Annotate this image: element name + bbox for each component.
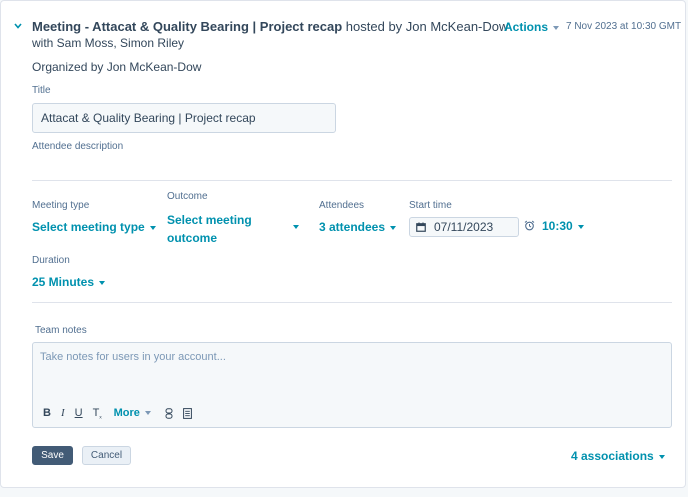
rich-text-toolbar: B I U Tₓ More bbox=[43, 405, 202, 421]
chevron-down-icon[interactable] bbox=[13, 21, 23, 31]
meeting-card: Meeting - Attacat & Quality Bearing | Pr… bbox=[0, 0, 686, 488]
duration-value: 25 Minutes bbox=[32, 275, 95, 289]
title-input[interactable] bbox=[32, 103, 336, 133]
meeting-type-label: Meeting type bbox=[32, 200, 90, 211]
actions-label: Actions bbox=[504, 20, 549, 34]
snippet-button[interactable] bbox=[182, 405, 192, 421]
start-date-value: 07/11/2023 bbox=[434, 220, 494, 234]
divider bbox=[32, 180, 672, 181]
link-icon bbox=[165, 407, 173, 419]
link-button[interactable] bbox=[165, 405, 173, 421]
team-notes-label: Team notes bbox=[35, 325, 87, 336]
more-label: More bbox=[113, 407, 140, 419]
attendees-label: Attendees bbox=[319, 200, 365, 211]
more-dropdown[interactable]: More bbox=[114, 405, 151, 421]
associations-label: 4 associations bbox=[571, 449, 654, 463]
document-icon bbox=[182, 407, 192, 419]
alarm-clock-icon bbox=[524, 220, 535, 231]
caret-down-icon bbox=[149, 225, 156, 230]
duration-label: Duration bbox=[32, 255, 70, 266]
meeting-timestamp: 7 Nov 2023 at 10:30 GMT bbox=[566, 21, 682, 32]
actions-dropdown[interactable]: Actions bbox=[504, 20, 560, 34]
caret-down-icon bbox=[144, 411, 151, 415]
italic-button[interactable]: I bbox=[61, 405, 65, 421]
meeting-header-title: Meeting - Attacat & Quality Bearing | Pr… bbox=[32, 19, 508, 34]
caret-down-icon bbox=[577, 224, 584, 229]
team-notes-placeholder: Take notes for users in your account... bbox=[40, 351, 226, 363]
meeting-type-dropdown[interactable]: Select meeting type bbox=[32, 220, 156, 234]
start-time-dropdown[interactable]: 10:30 bbox=[542, 219, 584, 233]
meeting-type-value: Select meeting type bbox=[32, 220, 145, 234]
outcome-value-line1: Select meeting bbox=[167, 213, 252, 227]
bold-button[interactable]: B bbox=[43, 405, 51, 421]
outcome-value-line2: outcome bbox=[167, 231, 218, 245]
start-date-input[interactable]: 07/11/2023 bbox=[409, 217, 519, 237]
underline-button[interactable]: U bbox=[75, 405, 83, 421]
organized-by-text: Organized by Jon McKean-Dow bbox=[32, 60, 202, 74]
attendee-description-label: Attendee description bbox=[32, 141, 124, 152]
hosted-by-text: hosted by Jon McKean-Dow bbox=[345, 19, 509, 34]
cancel-button[interactable]: Cancel bbox=[82, 446, 131, 465]
outcome-caret-icon[interactable] bbox=[293, 225, 299, 229]
attendees-dropdown[interactable]: 3 attendees bbox=[319, 220, 397, 234]
title-label: Title bbox=[32, 85, 51, 96]
associations-dropdown[interactable]: 4 associations bbox=[571, 449, 665, 463]
caret-down-icon bbox=[658, 454, 665, 459]
caret-down-icon bbox=[553, 25, 560, 30]
caret-down-icon bbox=[390, 225, 397, 230]
divider bbox=[32, 302, 672, 303]
caret-down-icon bbox=[99, 280, 106, 285]
outcome-dropdown[interactable]: Select meeting outcome bbox=[167, 211, 252, 247]
attendees-value: 3 attendees bbox=[319, 220, 386, 234]
team-notes-editor[interactable]: Take notes for users in your account... … bbox=[32, 342, 672, 428]
with-participants-text: with Sam Moss, Simon Riley bbox=[32, 36, 185, 50]
outcome-label: Outcome bbox=[167, 191, 208, 202]
calendar-icon bbox=[416, 222, 426, 232]
duration-dropdown[interactable]: 25 Minutes bbox=[32, 275, 106, 289]
save-button[interactable]: Save bbox=[32, 446, 73, 465]
clear-format-label: T bbox=[92, 407, 100, 419]
clear-format-button[interactable]: Tₓ bbox=[93, 405, 102, 421]
meeting-title-bold: Meeting - Attacat & Quality Bearing | Pr… bbox=[32, 19, 343, 34]
clear-format-x-icon: ₓ bbox=[99, 412, 102, 420]
start-time-label: Start time bbox=[409, 200, 452, 211]
start-time-value: 10:30 bbox=[542, 219, 573, 233]
